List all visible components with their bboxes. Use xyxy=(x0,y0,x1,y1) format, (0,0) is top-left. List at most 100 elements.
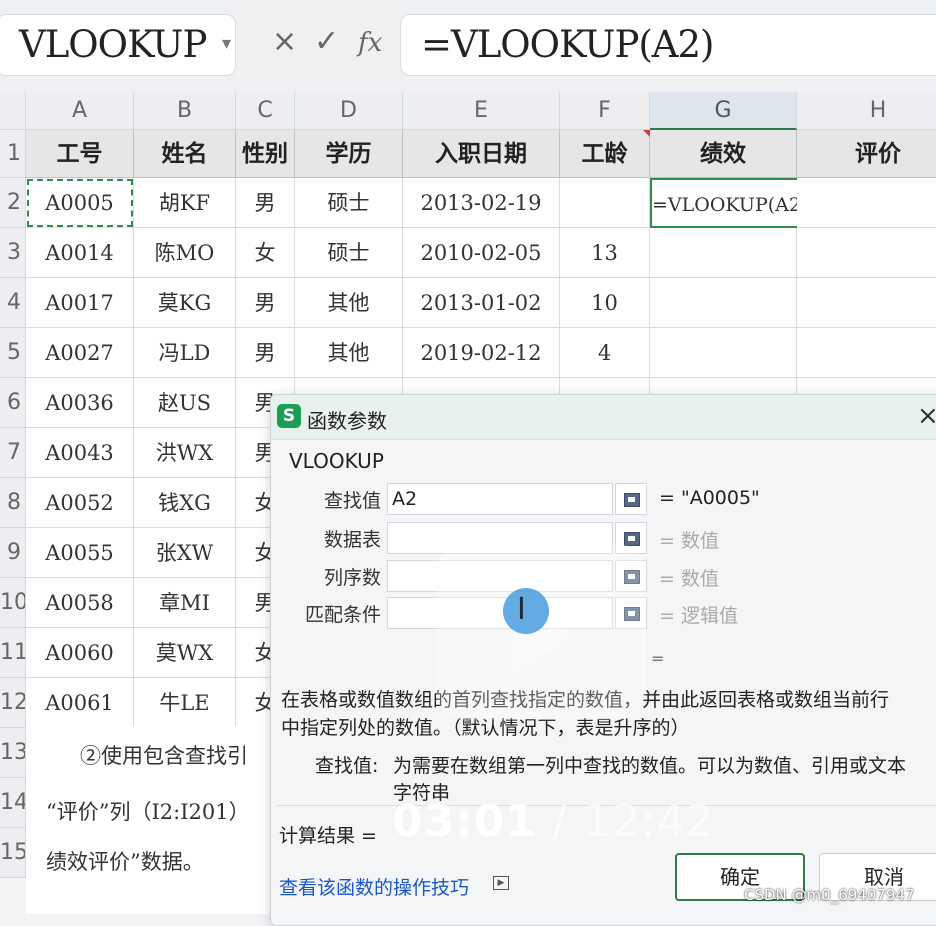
column-header-f[interactable]: F xyxy=(560,92,650,130)
table-cell[interactable]: 赵US xyxy=(134,378,236,428)
select-all-corner[interactable] xyxy=(0,92,26,130)
table-cell[interactable]: 钱XG xyxy=(134,478,236,528)
table-cell[interactable]: 4 xyxy=(560,328,650,378)
check-icon[interactable]: ✓ xyxy=(314,24,339,59)
table-cell[interactable]: 章MI xyxy=(134,578,236,628)
table-cell[interactable]: 胡KF xyxy=(134,178,236,228)
table-cell[interactable]: 男 xyxy=(236,178,295,228)
table-cell[interactable]: A0052 xyxy=(26,478,134,528)
table-cell[interactable]: 男 xyxy=(236,278,295,328)
row-header[interactable]: 2 xyxy=(0,178,26,228)
table-cell[interactable]: A0017 xyxy=(26,278,134,328)
row-header[interactable]: 8 xyxy=(0,478,26,528)
table-cell[interactable]: A0036 xyxy=(26,378,134,428)
row-header[interactable]: 9 xyxy=(0,528,26,578)
row-header[interactable]: 5 xyxy=(0,328,26,378)
table-cell[interactable]: A0014 xyxy=(26,228,134,278)
row-header[interactable]: 3 xyxy=(0,228,26,278)
table-header-cell[interactable]: 工龄 xyxy=(560,130,650,178)
table-cell[interactable]: A0058 xyxy=(26,578,134,628)
table-cell[interactable]: 其他 xyxy=(295,328,403,378)
column-header-g[interactable]: G xyxy=(650,92,797,130)
range-select-icon[interactable] xyxy=(615,483,647,515)
arg-result: = 逻辑值 xyxy=(659,605,738,627)
table-cell[interactable]: 男 xyxy=(236,328,295,378)
dialog-title-bar[interactable]: S 函数参数 × xyxy=(271,395,936,440)
table-cell[interactable]: 冯LD xyxy=(134,328,236,378)
arg-label-colindex: 列序数 xyxy=(323,567,381,589)
table-header-cell[interactable]: 姓名 xyxy=(134,130,236,178)
table-cell[interactable] xyxy=(797,178,936,228)
table-cell[interactable] xyxy=(797,328,936,378)
column-header-d[interactable]: D xyxy=(295,92,403,130)
table-cell[interactable]: 洪WX xyxy=(134,428,236,478)
arg-label-match: 匹配条件 xyxy=(304,604,381,626)
row-header[interactable]: 6 xyxy=(0,378,26,428)
lookup-value-input[interactable]: A2 xyxy=(387,483,613,515)
video-icon[interactable]: ▶ xyxy=(493,876,509,890)
table-cell[interactable]: 硕士 xyxy=(295,228,403,278)
column-header-e[interactable]: E xyxy=(403,92,560,130)
table-cell[interactable]: 陈MO xyxy=(134,228,236,278)
wps-logo-icon: S xyxy=(277,404,301,428)
arg-result: = 数值 xyxy=(659,568,719,590)
total-equals: = xyxy=(651,649,665,668)
table-cell[interactable]: A0060 xyxy=(26,628,134,678)
column-header-b[interactable]: B xyxy=(134,92,236,130)
table-cell[interactable]: 2019-02-12 xyxy=(403,328,560,378)
document-text-below: ②使用包含查找引 “评价”列（I2:I201） 绩效评价”数据。 xyxy=(26,726,276,914)
table-header-cell[interactable]: 工号 xyxy=(26,130,134,178)
table-cell[interactable]: 2013-01-02 xyxy=(403,278,560,328)
table-header-cell[interactable]: 入职日期 xyxy=(403,130,560,178)
table-cell[interactable]: 莫KG xyxy=(134,278,236,328)
function-name: VLOOKUP xyxy=(289,449,384,473)
name-box[interactable]: VLOOKUP ▾ xyxy=(0,14,236,76)
table-cell[interactable]: A0061 xyxy=(26,678,134,728)
total-time: / 12:42 xyxy=(537,796,715,847)
column-header-c[interactable]: C xyxy=(236,92,295,130)
row-header[interactable]: 15 xyxy=(0,828,26,878)
formula-input[interactable]: =VLOOKUP(A2) xyxy=(400,14,936,76)
table-cell[interactable]: 张XW xyxy=(134,528,236,578)
table-cell[interactable]: 莫WX xyxy=(134,628,236,678)
table-header-cell[interactable]: 性别 xyxy=(236,130,295,178)
table-cell[interactable]: 13 xyxy=(560,228,650,278)
table-cell[interactable]: 牛LE xyxy=(134,678,236,728)
fx-icon[interactable]: fx xyxy=(358,28,382,58)
table-cell[interactable] xyxy=(650,278,797,328)
table-cell[interactable] xyxy=(797,278,936,328)
table-cell[interactable]: A0055 xyxy=(26,528,134,578)
table-cell[interactable]: A0043 xyxy=(26,428,134,478)
row-header[interactable]: 13 xyxy=(0,728,26,778)
row-header[interactable]: 11 xyxy=(0,628,26,678)
table-cell[interactable]: 2013-02-19 xyxy=(403,178,560,228)
table-cell[interactable] xyxy=(797,228,936,278)
table-cell[interactable]: 2010-02-05 xyxy=(403,228,560,278)
formula-text: =VLOOKUP(A2) xyxy=(421,23,714,66)
help-link[interactable]: 查看该函数的操作技巧 xyxy=(279,873,469,900)
table-cell[interactable]: A0005 xyxy=(26,178,134,228)
column-header-a[interactable]: A xyxy=(26,92,134,130)
table-header-cell[interactable]: 绩效 xyxy=(650,130,797,178)
row-header[interactable]: 1 xyxy=(0,130,26,178)
table-cell[interactable]: 其他 xyxy=(295,278,403,328)
row-header[interactable]: 10 xyxy=(0,578,26,628)
chevron-down-icon[interactable]: ▾ xyxy=(222,33,231,54)
column-header-h[interactable]: H xyxy=(797,92,936,130)
table-cell[interactable]: A0027 xyxy=(26,328,134,378)
table-header-cell[interactable]: 学历 xyxy=(295,130,403,178)
table-cell[interactable]: 硕士 xyxy=(295,178,403,228)
table-cell[interactable] xyxy=(560,178,650,228)
row-header[interactable]: 12 xyxy=(0,678,26,728)
row-header[interactable]: 7 xyxy=(0,428,26,478)
table-cell[interactable] xyxy=(650,228,797,278)
table-cell[interactable] xyxy=(650,328,797,378)
close-icon[interactable]: × xyxy=(917,401,936,431)
row-header[interactable]: 4 xyxy=(0,278,26,328)
row-header[interactable]: 14 xyxy=(0,778,26,828)
table-cell[interactable]: 10 xyxy=(560,278,650,328)
table-header-cell[interactable]: 评价 xyxy=(797,130,936,178)
close-icon[interactable]: × xyxy=(272,24,297,59)
dialog-title: 函数参数 xyxy=(307,409,387,433)
table-cell[interactable]: 女 xyxy=(236,228,295,278)
